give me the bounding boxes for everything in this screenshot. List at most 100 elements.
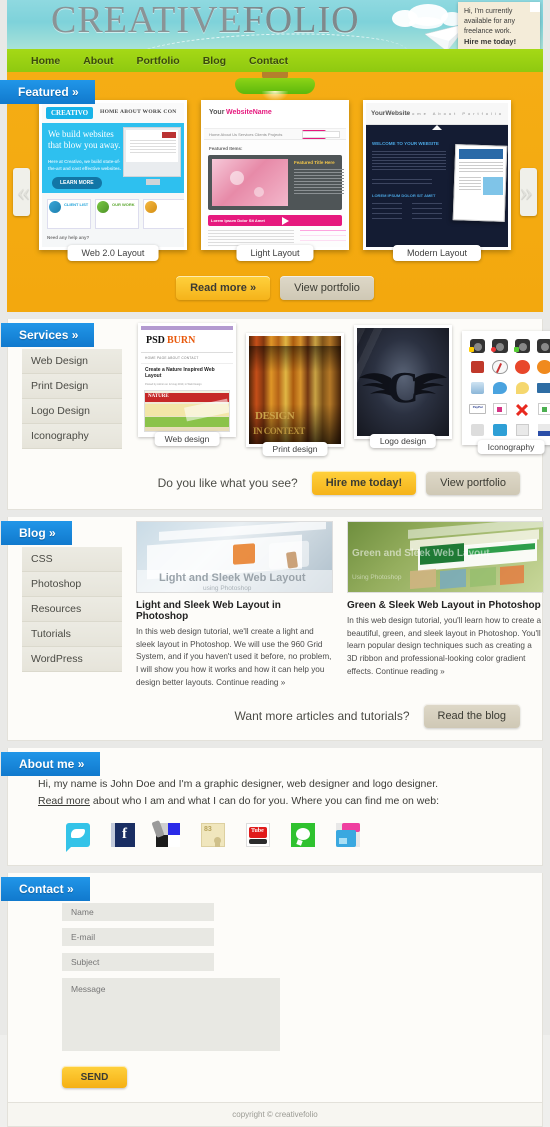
blog-menu-item-photoshop[interactable]: Photoshop [22, 572, 122, 597]
slide-lorem: LOREM IPSUM DOLOR SIT AMET [372, 193, 436, 198]
about-line-1: Hi, my name is John Doe and I'm a graphi… [38, 777, 439, 790]
note-icon [537, 403, 550, 415]
service-caption: Web design [154, 432, 220, 446]
contact-section: Contact » SEND [1, 873, 543, 1104]
about-tab-label: About me » [1, 751, 101, 776]
logo-text-secondary: FOLIO [242, 0, 360, 41]
availability-note: Hi, I'm currently available for any free… [458, 2, 540, 49]
slide-caption: Modern Layout [392, 245, 482, 261]
slide-headline: We build websites that blow you away. [48, 129, 121, 151]
services-tab-text: Services [19, 328, 69, 342]
paypal-icon: PayPal [469, 404, 487, 414]
ticket-icon [536, 383, 550, 393]
printer-icon [471, 424, 485, 436]
server-icon [515, 424, 529, 436]
can-icon [471, 361, 485, 373]
blog-post-list: Light and Sleek Web Layout using Photosh… [136, 521, 544, 690]
site-logo[interactable]: CREATIVEFOLIO [51, 0, 360, 42]
blog-post-thumbnail[interactable]: Green and Sleek Web Layout Using Photosh… [347, 521, 544, 593]
thumb-subtitle: using Photoshop [203, 585, 252, 592]
picasa-icon[interactable] [336, 823, 360, 848]
tag-icon [493, 403, 507, 415]
nav-item-blog[interactable]: Blog [203, 55, 226, 67]
thumb-text-2: IN CONTEXT [253, 426, 305, 436]
slide-section-label: Featured Items: [209, 146, 243, 151]
services-menu: Web Design Print Design Logo Design Icon… [22, 349, 122, 449]
blog-post-thumbnail[interactable]: Light and Sleek Web Layout using Photosh… [136, 521, 333, 593]
blog-post-title[interactable]: Light and Sleek Web Layout in Photoshop [136, 600, 333, 622]
read-more-button[interactable]: Read more » [176, 276, 271, 300]
name-field[interactable] [62, 903, 214, 922]
slide-welcome: WELCOME TO YOUR WEBSITE [372, 141, 439, 146]
note-line-2: available for any [464, 18, 515, 26]
orange-circle-icon [536, 360, 550, 374]
hire-me-button[interactable]: Hire me today! [311, 471, 417, 495]
flickr-icon[interactable] [151, 820, 180, 848]
chat-bubble-icon [493, 382, 507, 394]
thumb-banner: NATURE [148, 394, 169, 399]
service-thumb-logo-design[interactable]: C Logo design [354, 325, 452, 448]
compass-icon [492, 360, 508, 374]
services-thumbnails: PSD BURN HOME PAGE ABOUT CONTACT Create … [138, 323, 550, 456]
message-field[interactable] [62, 978, 280, 1052]
slide-bottom-bar: Lorem ipsum Dolor Sit Amet [211, 218, 265, 223]
thumb-byline: Posted by Admin on 12 Aug 2010, in Web D… [145, 383, 202, 386]
services-menu-item-logo-design[interactable]: Logo Design [22, 399, 122, 424]
service-caption: Logo design [369, 434, 437, 448]
blog-cta: Want more articles and tutorials? Read t… [8, 690, 542, 740]
delicious-icon[interactable]: 83 [201, 823, 225, 848]
blog-menu-item-css[interactable]: CSS [22, 547, 122, 572]
services-menu-item-web-design[interactable]: Web Design [22, 349, 122, 374]
camera-icon [491, 339, 508, 353]
featured-slide[interactable]: Your WebsiteName Home About Us Services … [201, 100, 349, 261]
slide-panel-title: Featured Title Here [294, 160, 335, 165]
service-thumb-print-design[interactable]: DESIGN IN CONTEXT Print design [246, 333, 344, 456]
slide-menu: HOME ABOUT WORK CON [100, 109, 177, 115]
subject-field[interactable] [62, 953, 214, 972]
view-portfolio-button-services[interactable]: View portfolio [426, 471, 520, 495]
blog-post-title[interactable]: Green & Sleek Web Layout in Photoshop [347, 600, 544, 611]
about-line-2: about who I am and what I can do for you… [89, 795, 439, 808]
view-portfolio-button[interactable]: View portfolio [280, 276, 374, 300]
services-menu-item-print-design[interactable]: Print Design [22, 374, 122, 399]
email-field[interactable] [62, 928, 214, 947]
service-thumb-iconography[interactable]: PayPal Iconography [462, 331, 550, 454]
featured-tab-label: Featured » [0, 80, 95, 104]
featured-slide[interactable]: YourWebsite Home About Portfolio WELCOME… [363, 100, 511, 261]
nav-item-contact[interactable]: Contact [249, 55, 288, 67]
featured-button-row: Read more » View portfolio [7, 276, 543, 300]
blog-menu: CSS Photoshop Resources Tutorials WordPr… [22, 547, 122, 690]
chevron-double-right-icon: » [72, 85, 79, 99]
window-icon [537, 424, 550, 436]
blog-menu-item-wordpress[interactable]: WordPress [22, 647, 122, 672]
slide-caption: Light Layout [236, 245, 314, 261]
messenger-icon[interactable] [291, 823, 315, 848]
blog-menu-item-resources[interactable]: Resources [22, 597, 122, 622]
services-cta: Do you like what you see? Hire me today!… [8, 449, 542, 509]
twitter-icon[interactable] [66, 823, 90, 853]
featured-section: Featured » « » CREATIVO HOME ABOUT WORK … [0, 72, 543, 312]
slide-box-title: OUR WORK [112, 202, 135, 207]
nav-item-home[interactable]: Home [31, 55, 60, 67]
slide-brand-suffix: WebsiteName [226, 109, 272, 116]
blog-tab-label: Blog » [1, 521, 72, 545]
about-section: About me » Hi, my name is John Doe and I… [1, 747, 543, 867]
featured-slide[interactable]: CREATIVO HOME ABOUT WORK CON We build we… [39, 100, 187, 261]
about-read-more-link[interactable]: Read more [38, 795, 90, 807]
services-tab-label: Services » [1, 323, 95, 347]
nav-item-about[interactable]: About [83, 55, 113, 67]
facebook-icon[interactable]: f [111, 823, 135, 848]
services-menu-item-iconography[interactable]: Iconography [22, 424, 122, 449]
youtube-icon[interactable]: Tube [246, 823, 270, 848]
nav-item-portfolio[interactable]: Portfolio [137, 55, 180, 67]
site-header: CREATIVEFOLIO Hi, I'm currently availabl… [7, 0, 543, 49]
service-caption: Print design [262, 442, 328, 456]
blog-post: Light and Sleek Web Layout using Photosh… [136, 521, 333, 690]
chevron-double-right-icon: » [49, 526, 56, 540]
read-the-blog-button[interactable]: Read the blog [423, 703, 520, 728]
service-thumb-web-design[interactable]: PSD BURN HOME PAGE ABOUT CONTACT Create … [138, 323, 236, 446]
blog-post: Green and Sleek Web Layout Using Photosh… [347, 521, 544, 690]
send-button[interactable]: SEND [62, 1066, 127, 1089]
slide-cta: LEARN MORE [52, 177, 102, 189]
blog-menu-item-tutorials[interactable]: Tutorials [22, 622, 122, 647]
